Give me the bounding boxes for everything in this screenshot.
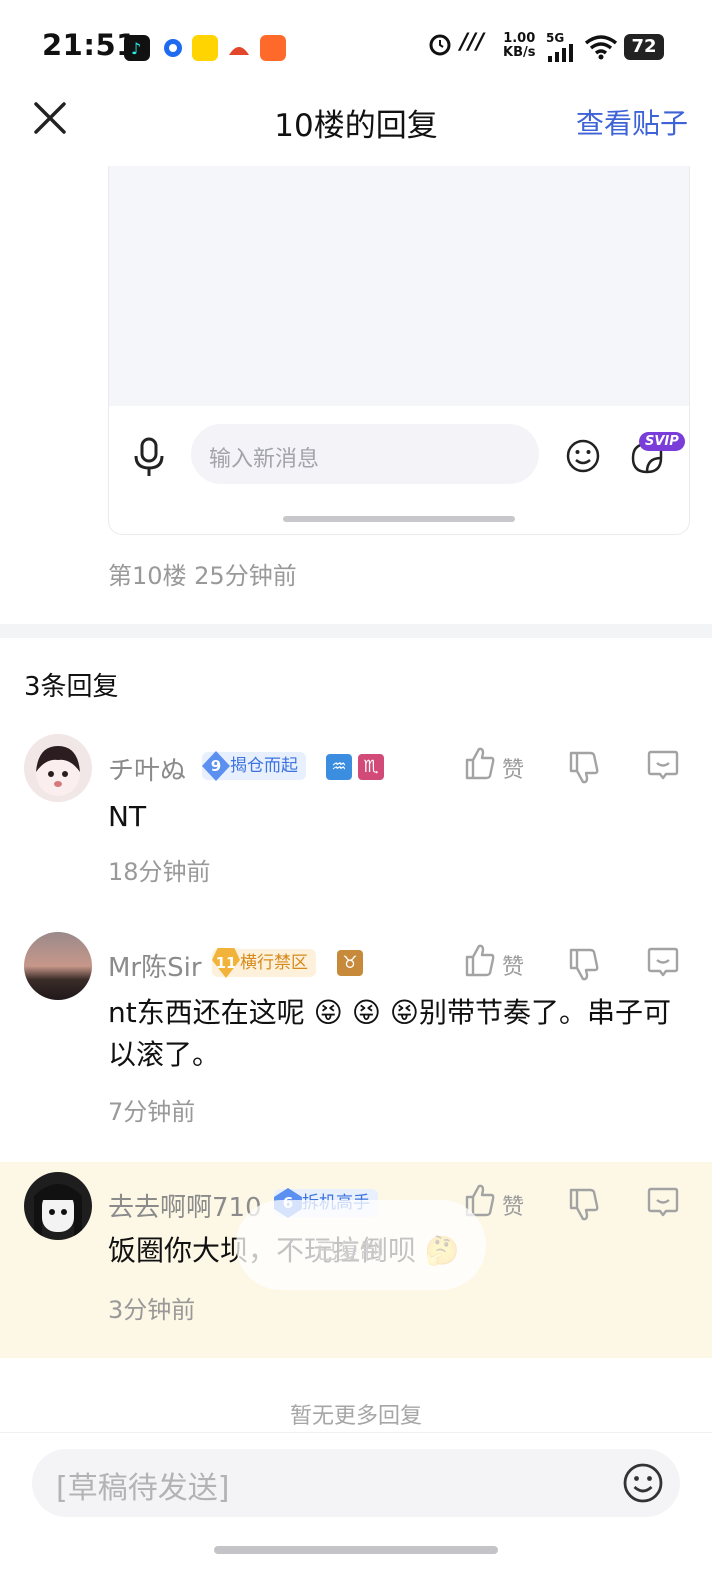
scorpio-icon: ♏ <box>358 754 384 780</box>
avatar[interactable] <box>24 734 92 802</box>
level-number: 9 <box>202 751 230 781</box>
signal-label: 5G <box>546 31 565 45</box>
battery-indicator: 72 <box>624 34 664 60</box>
card-media-area <box>109 166 689 406</box>
embedded-chat-card: 输入新消息 SVIP <box>108 166 690 535</box>
network-speed: 1.00 KB/s <box>503 32 535 60</box>
like-button[interactable] <box>464 943 496 981</box>
calendar-app-icon <box>192 35 218 61</box>
grid-app-icon <box>260 35 286 61</box>
level-badge: 9 揭仓而起 <box>202 751 306 781</box>
emoji-icon[interactable] <box>622 1462 664 1508</box>
view-post-link[interactable]: 查看贴子 <box>576 102 688 142</box>
comment-text: NT <box>108 800 147 833</box>
avatar[interactable] <box>24 932 92 1000</box>
emoji-icon[interactable] <box>565 438 601 478</box>
avatar[interactable] <box>24 1172 92 1240</box>
level-badge: 11 横行禁区 <box>212 948 316 978</box>
comment-time: 18分钟前 <box>108 858 211 886</box>
dislike-button[interactable] <box>568 750 600 788</box>
nfc-icon: /// <box>460 30 485 55</box>
reply-icon[interactable] <box>646 748 680 786</box>
no-more-replies: 暂无更多回复 <box>289 1404 422 1429</box>
like-label[interactable]: 赞 <box>502 949 524 981</box>
microphone-icon[interactable] <box>129 436 169 484</box>
alarm-icon <box>426 30 454 62</box>
network-speed-value: 1.00 <box>503 31 536 46</box>
username[interactable]: Mr陈Sir <box>108 947 202 984</box>
dislike-button[interactable] <box>568 947 600 985</box>
badge-title: 揭仓而起 <box>230 756 298 776</box>
comment-text: nt东西还在这呢 😝 😝 😝别带节奏了。串子可以滚了。 <box>108 996 671 1071</box>
signal-icon: 5G <box>546 32 578 66</box>
svip-badge: SVIP <box>639 432 685 451</box>
message-input-placeholder: 输入新消息 <box>209 447 320 472</box>
section-divider <box>0 624 712 638</box>
svg-text:♪: ♪ <box>131 39 141 58</box>
floor-meta: 第10楼 25分钟前 <box>108 562 297 590</box>
reply-count: 3条回复 <box>24 672 119 702</box>
aquarius-icon: ♒ <box>326 754 352 780</box>
game-app-icon <box>226 35 252 61</box>
status-time: 21:51 <box>42 28 137 62</box>
reply-icon[interactable] <box>646 945 680 983</box>
wifi-icon <box>584 34 618 64</box>
username[interactable]: 去去啊啊710 <box>108 1187 262 1224</box>
username[interactable]: チ叶ぬ <box>108 750 186 787</box>
like-label[interactable]: 赞 <box>502 1189 524 1221</box>
comment-time: 3分钟前 <box>108 1296 196 1324</box>
like-label[interactable]: 赞 <box>502 752 524 784</box>
reply-input-placeholder: [草稿待发送] <box>56 1471 230 1506</box>
level-number: 11 <box>212 948 240 978</box>
like-button[interactable] <box>464 746 496 784</box>
taurus-icon: ♉ <box>337 950 363 976</box>
tiktok-icon: ♪ <box>124 35 150 61</box>
reply-icon[interactable] <box>646 1185 680 1223</box>
comment-time: 7分钟前 <box>108 1098 196 1126</box>
network-speed-unit: KB/s <box>503 45 536 60</box>
copied-toast-text: 已复制 <box>316 1240 383 1265</box>
badge-title: 横行禁区 <box>240 953 308 973</box>
dislike-button[interactable] <box>568 1187 600 1225</box>
card-drag-handle <box>283 516 515 522</box>
browser-icon <box>160 35 186 61</box>
home-indicator <box>214 1546 498 1554</box>
